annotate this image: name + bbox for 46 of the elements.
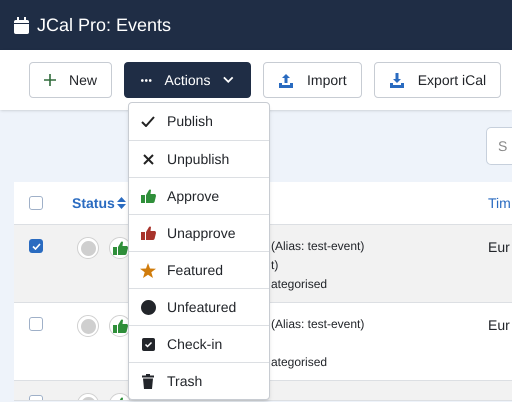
checkmark-icon [32, 242, 40, 250]
status-toggle[interactable] [77, 315, 99, 337]
chevron-down-icon [223, 76, 234, 84]
menu-item[interactable]: Unfeatured [129, 288, 269, 325]
checkbox-icon [142, 338, 154, 350]
menu-item[interactable]: Publish [129, 103, 269, 140]
actions-dropdown-button[interactable]: Actions [124, 62, 252, 98]
event-detail-text: t) [271, 257, 280, 274]
checkbox[interactable] [29, 196, 43, 210]
window-title: JCal Pro: Events [37, 14, 172, 36]
check-icon [141, 116, 155, 127]
new-button[interactable]: New [29, 62, 112, 98]
column-header[interactable]: Tim [488, 192, 512, 214]
calendar-icon [14, 16, 29, 34]
thumbs-up-icon [112, 319, 128, 333]
circle-icon [140, 300, 156, 314]
menu-item[interactable]: Featured [129, 251, 269, 288]
thumbs-up-icon [140, 189, 156, 203]
checkbox[interactable] [29, 239, 43, 253]
menu-item[interactable]: Check-in [129, 325, 269, 362]
timezone-cell-text: Eur [488, 238, 511, 257]
menu-item[interactable]: Unapprove [129, 214, 269, 251]
menu-item[interactable]: Unpublish [129, 140, 269, 177]
import-button[interactable]: Import [263, 62, 362, 98]
event-detail-text: ategorised [271, 354, 328, 371]
status-toggle[interactable] [77, 237, 99, 259]
plus-icon [44, 74, 56, 86]
close-icon [142, 154, 154, 164]
upload-icon [278, 72, 294, 88]
event-detail-text: ategorised [271, 276, 328, 293]
menu-item[interactable]: Trash [129, 362, 269, 399]
export-button[interactable]: Export iCal [374, 62, 502, 98]
more-icon [141, 78, 152, 82]
menu-item[interactable]: Approve [129, 177, 269, 214]
search-field[interactable]: S [486, 127, 512, 165]
star-icon [140, 262, 156, 278]
sort-icon [116, 196, 126, 210]
thumbs-up-icon [140, 226, 156, 240]
checkbox[interactable] [29, 317, 43, 331]
event-detail-text: (Alias: test-event) [271, 238, 364, 255]
event-detail-text: (Alias: test-event) [271, 316, 364, 333]
thumbs-up-icon [112, 241, 128, 255]
timezone-cell-text: Eur [488, 316, 511, 335]
trash-icon [142, 374, 154, 388]
download-icon [388, 72, 405, 88]
status-column-header[interactable]: Status [72, 192, 126, 214]
